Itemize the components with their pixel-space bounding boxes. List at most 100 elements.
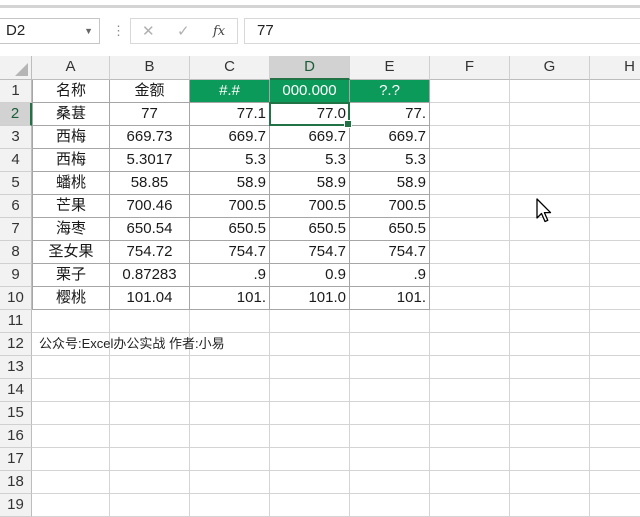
- cell-g5[interactable]: [510, 172, 590, 195]
- cell-d18[interactable]: [270, 471, 350, 494]
- cell-h6[interactable]: [590, 195, 640, 218]
- row-header-7[interactable]: 7: [0, 218, 32, 241]
- cell-e4[interactable]: 5.3: [350, 149, 430, 172]
- cell-h13[interactable]: [590, 356, 640, 379]
- cell-e11[interactable]: [350, 310, 430, 333]
- cell-e9[interactable]: .9: [350, 264, 430, 287]
- cell-e10[interactable]: 101.: [350, 287, 430, 310]
- cell-f1[interactable]: [430, 80, 510, 103]
- cell-e7[interactable]: 650.5: [350, 218, 430, 241]
- cell-d4[interactable]: 5.3: [270, 149, 350, 172]
- cell-e16[interactable]: [350, 425, 430, 448]
- column-header-e[interactable]: E: [350, 56, 430, 80]
- row-header-16[interactable]: 16: [0, 425, 32, 448]
- cell-e6[interactable]: 700.5: [350, 195, 430, 218]
- cell-h2[interactable]: [590, 103, 640, 126]
- column-header-h[interactable]: H: [590, 56, 640, 80]
- row-header-4[interactable]: 4: [0, 149, 32, 172]
- row-header-11[interactable]: 11: [0, 310, 32, 333]
- cell-f8[interactable]: [430, 241, 510, 264]
- cell-d17[interactable]: [270, 448, 350, 471]
- row-header-6[interactable]: 6: [0, 195, 32, 218]
- cell-g11[interactable]: [510, 310, 590, 333]
- row-header-15[interactable]: 15: [0, 402, 32, 425]
- cell-a2[interactable]: 桑葚: [32, 103, 110, 126]
- cancel-icon[interactable]: ✕: [142, 22, 155, 40]
- cell-b3[interactable]: 669.73: [110, 126, 190, 149]
- cell-b17[interactable]: [110, 448, 190, 471]
- cell-e15[interactable]: [350, 402, 430, 425]
- cell-a13[interactable]: [32, 356, 110, 379]
- cell-d9[interactable]: 0.9: [270, 264, 350, 287]
- row-header-2[interactable]: 2: [0, 103, 32, 126]
- cell-b7[interactable]: 650.54: [110, 218, 190, 241]
- cell-f17[interactable]: [430, 448, 510, 471]
- cell-a11[interactable]: [32, 310, 110, 333]
- select-all-corner[interactable]: [0, 56, 32, 80]
- cell-b4[interactable]: 5.3017: [110, 149, 190, 172]
- row-header-12[interactable]: 12: [0, 333, 32, 356]
- column-header-c[interactable]: C: [190, 56, 270, 80]
- cell-c4[interactable]: 5.3: [190, 149, 270, 172]
- cell-g14[interactable]: [510, 379, 590, 402]
- insert-function-icon[interactable]: fx: [213, 24, 225, 39]
- cell-b10[interactable]: 101.04: [110, 287, 190, 310]
- cell-h4[interactable]: [590, 149, 640, 172]
- cell-f2[interactable]: [430, 103, 510, 126]
- cell-e13[interactable]: [350, 356, 430, 379]
- cell-a8[interactable]: 圣女果: [32, 241, 110, 264]
- cell-a5[interactable]: 蟠桃: [32, 172, 110, 195]
- cell-g8[interactable]: [510, 241, 590, 264]
- cell-c3[interactable]: 669.7: [190, 126, 270, 149]
- row-header-3[interactable]: 3: [0, 126, 32, 149]
- cell-h3[interactable]: [590, 126, 640, 149]
- cell-f16[interactable]: [430, 425, 510, 448]
- cell-f18[interactable]: [430, 471, 510, 494]
- cell-b13[interactable]: [110, 356, 190, 379]
- cell-b2[interactable]: 77: [110, 103, 190, 126]
- cell-c9[interactable]: .9: [190, 264, 270, 287]
- enter-icon[interactable]: ✓: [177, 22, 190, 40]
- cell-h1[interactable]: [590, 80, 640, 103]
- cell-h5[interactable]: [590, 172, 640, 195]
- cell-g9[interactable]: [510, 264, 590, 287]
- column-header-a[interactable]: A: [32, 56, 110, 80]
- cell-e18[interactable]: [350, 471, 430, 494]
- cell-e17[interactable]: [350, 448, 430, 471]
- cell-b15[interactable]: [110, 402, 190, 425]
- cell-a18[interactable]: [32, 471, 110, 494]
- cell-g2[interactable]: [510, 103, 590, 126]
- cell-b8[interactable]: 754.72: [110, 241, 190, 264]
- cell-c2[interactable]: 77.1: [190, 103, 270, 126]
- cell-a6[interactable]: 芒果: [32, 195, 110, 218]
- cell-g3[interactable]: [510, 126, 590, 149]
- cell-a4[interactable]: 西梅: [32, 149, 110, 172]
- row-header-14[interactable]: 14: [0, 379, 32, 402]
- cell-a10[interactable]: 樱桃: [32, 287, 110, 310]
- cell-e3[interactable]: 669.7: [350, 126, 430, 149]
- cell-a3[interactable]: 西梅: [32, 126, 110, 149]
- cell-f9[interactable]: [430, 264, 510, 287]
- formula-input[interactable]: 77: [244, 18, 640, 44]
- cell-a15[interactable]: [32, 402, 110, 425]
- cell-f10[interactable]: [430, 287, 510, 310]
- cell-f12[interactable]: [430, 333, 510, 356]
- row-header-17[interactable]: 17: [0, 448, 32, 471]
- cell-a16[interactable]: [32, 425, 110, 448]
- cell-d2[interactable]: 77.0: [270, 103, 350, 126]
- cell-c13[interactable]: [190, 356, 270, 379]
- cell-f11[interactable]: [430, 310, 510, 333]
- cell-c10[interactable]: 101.: [190, 287, 270, 310]
- cell-b5[interactable]: 58.85: [110, 172, 190, 195]
- cell-d12[interactable]: [270, 333, 350, 356]
- cell-e8[interactable]: 754.7: [350, 241, 430, 264]
- cell-c16[interactable]: [190, 425, 270, 448]
- cell-a9[interactable]: 栗子: [32, 264, 110, 287]
- column-header-d[interactable]: D: [270, 56, 350, 80]
- cell-d10[interactable]: 101.0: [270, 287, 350, 310]
- cell-b6[interactable]: 700.46: [110, 195, 190, 218]
- cell-b9[interactable]: 0.87283: [110, 264, 190, 287]
- cell-a7[interactable]: 海枣: [32, 218, 110, 241]
- chevron-down-icon[interactable]: ▼: [84, 19, 93, 43]
- column-header-b[interactable]: B: [110, 56, 190, 80]
